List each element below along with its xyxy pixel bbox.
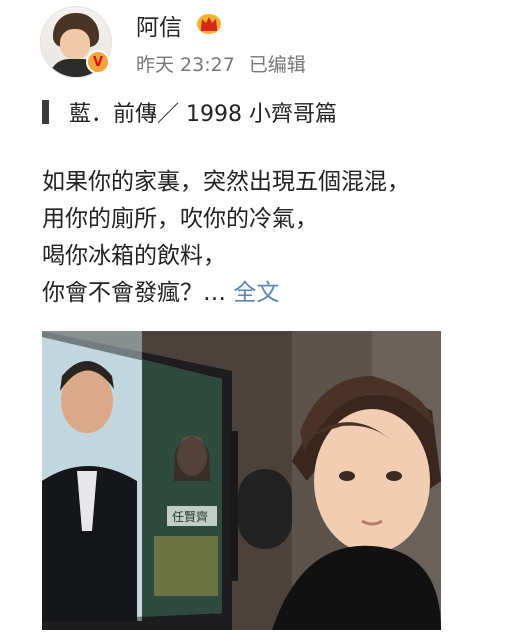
post-body-line: 用你的廁所，吹你的冷氣， xyxy=(42,206,318,232)
crown-icon xyxy=(197,14,221,34)
photo-illustration: 任賢齊 xyxy=(42,331,441,630)
post-title-text: 藍．前傳／ 1998 小齊哥篇 xyxy=(69,102,337,127)
post-body: 如果你的家裏，突然出現五個混混， 用你的廁所，吹你的冷氣， 喝你冰箱的飲料， 你… xyxy=(42,164,482,312)
post-body-line: 如果你的家裏，突然出現五個混混， xyxy=(42,169,410,195)
post-body-line: 喝你冰箱的飲料， xyxy=(42,243,226,269)
edited-label: 已编辑 xyxy=(248,54,306,76)
post-body-line-last: 你會不會發瘋？… 全文 xyxy=(42,275,482,312)
author-name[interactable]: 阿信 xyxy=(136,8,182,42)
avatar-face xyxy=(60,29,90,59)
verified-badge-icon: V xyxy=(86,50,110,74)
post-meta: 昨天 23:27 已编辑 xyxy=(136,50,306,77)
full-text-link[interactable]: 全文 xyxy=(233,280,279,306)
post-body-line: 你會不會發瘋？… xyxy=(42,280,226,306)
title-marker xyxy=(42,100,49,124)
post-photo[interactable]: 任賢齊 xyxy=(42,331,441,630)
post-title: 藍．前傳／ 1998 小齊哥篇 xyxy=(42,96,337,128)
poster-text: 任賢齊 xyxy=(172,510,208,524)
post-timestamp: 昨天 23:27 xyxy=(136,54,235,76)
